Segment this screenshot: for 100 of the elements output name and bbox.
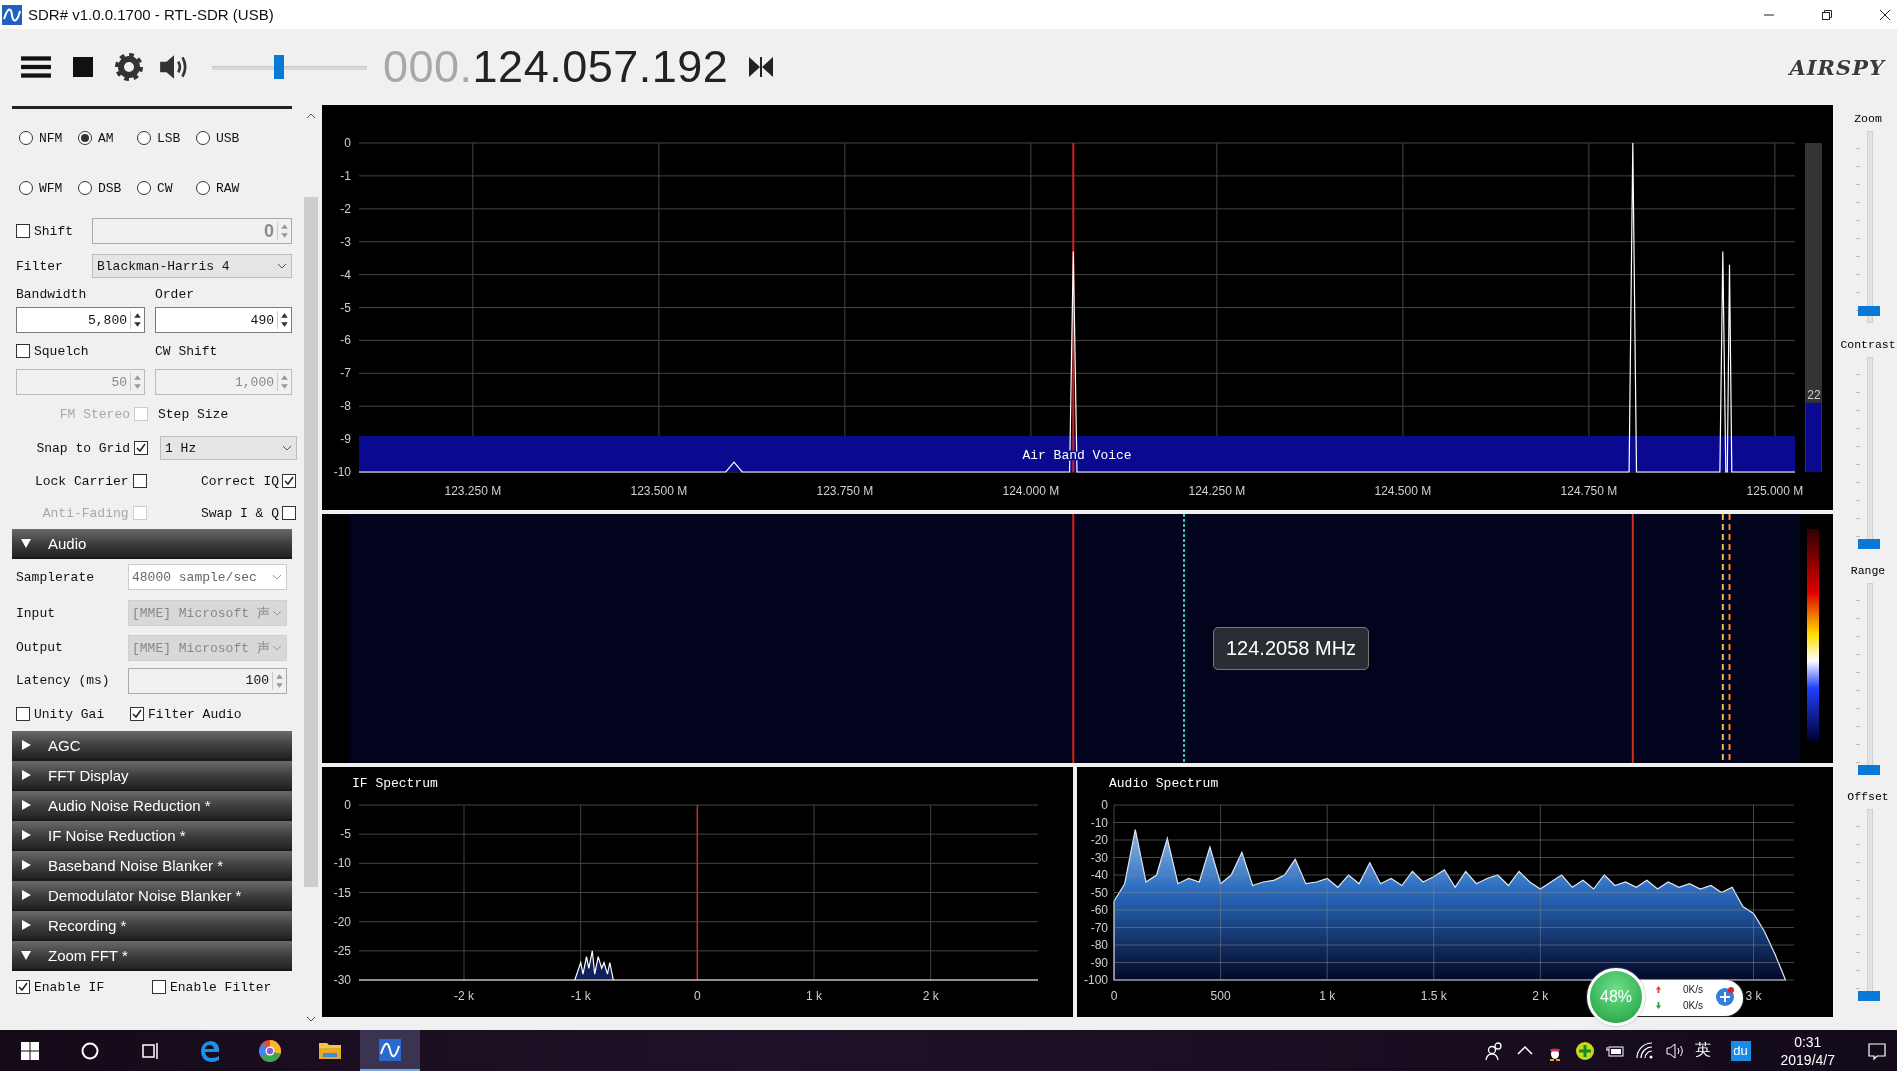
swap-icon[interactable] <box>748 56 775 78</box>
slider-thumb[interactable] <box>1858 991 1880 1001</box>
section-header[interactable]: Recording * <box>12 911 292 941</box>
meter-value: 22 <box>1807 387 1821 402</box>
radio-button[interactable] <box>19 181 33 195</box>
radio-label: WFM <box>39 180 63 196</box>
task-view-icon[interactable] <box>140 1040 160 1061</box>
dropdown[interactable]: 48000 sample/sec <box>128 564 287 590</box>
slider-thumb[interactable] <box>274 55 285 79</box>
axis-label: -100 <box>1083 973 1108 987</box>
spinner-arrows-icon[interactable] <box>277 311 289 329</box>
radio-label: USB <box>216 130 240 146</box>
axis-label: -2 k <box>454 989 474 1003</box>
slider-label: Zoom <box>1854 111 1882 127</box>
axis-label: -30 <box>333 973 351 987</box>
clock-time: 0:31 <box>1794 1032 1822 1051</box>
section-header[interactable]: AGC <box>12 731 292 761</box>
radio-label: DSB <box>98 180 122 196</box>
axis-label: -80 <box>1090 938 1108 952</box>
step-size-dropdown[interactable]: 1 Hz <box>160 436 297 460</box>
checkbox[interactable] <box>16 980 30 994</box>
scrollbar-thumb[interactable] <box>304 197 318 887</box>
radio-button[interactable] <box>19 131 33 145</box>
axis-label: -10 <box>1090 815 1108 830</box>
axis-label: 1.5 k <box>1420 989 1447 1003</box>
checkbox[interactable] <box>16 224 30 238</box>
axis-label: -9 <box>340 432 351 447</box>
filter-dropdown[interactable]: Blackman-Harris 4 <box>92 254 292 278</box>
restore-icon[interactable] <box>1821 8 1833 21</box>
axis-label: -10 <box>333 856 351 871</box>
plus-badge-icon[interactable] <box>1574 1040 1595 1061</box>
search-icon[interactable] <box>80 1040 100 1061</box>
axis-label: -20 <box>1090 833 1108 847</box>
section-header[interactable]: FFT Display <box>12 761 292 791</box>
checkbox[interactable] <box>132 474 147 488</box>
radio-button[interactable] <box>137 131 151 145</box>
slider-thumb[interactable] <box>1858 765 1880 775</box>
frequency-tooltip: 124.2058 MHz <box>1213 627 1370 670</box>
axis-label: 124.000 M <box>1002 484 1060 498</box>
slider-thumb[interactable] <box>1858 305 1880 316</box>
caret-icon <box>272 644 282 651</box>
section-header[interactable]: IF Noise Reduction * <box>12 821 292 851</box>
radio-button[interactable] <box>196 131 210 145</box>
checkbox[interactable] <box>16 707 30 721</box>
checkbox[interactable] <box>130 707 144 721</box>
checkbox-label: Correct IQ <box>200 473 279 489</box>
volume-slider[interactable] <box>212 52 367 82</box>
radio-button[interactable] <box>78 131 92 145</box>
notification-icon[interactable] <box>1867 1040 1887 1061</box>
people-icon[interactable] <box>1484 1040 1505 1061</box>
field-label: Output <box>16 640 64 655</box>
checkbox[interactable] <box>282 474 296 488</box>
network-widget[interactable]: 48% 0K/s 0K/s <box>1587 968 1745 1026</box>
radio-label: NFM <box>39 130 63 146</box>
taskbar-app[interactable] <box>360 1030 420 1071</box>
slider-thumb[interactable] <box>1858 539 1880 549</box>
upload-rate: 0K/s <box>1683 984 1703 995</box>
clock[interactable]: 0:31 2019/4/7 <box>1780 1032 1835 1069</box>
section-header[interactable]: Zoom FFT * <box>12 941 292 971</box>
checkbox[interactable] <box>134 441 148 455</box>
field-label: CW Shift <box>155 343 218 359</box>
number-field[interactable]: 5,800 <box>16 307 145 333</box>
radio-button[interactable] <box>78 181 92 195</box>
axis-label: -1 <box>340 168 351 183</box>
slider-label: Contrast <box>1840 337 1896 353</box>
frequency-display[interactable]: 000.124.057.192 <box>383 42 729 92</box>
windows-start-icon[interactable] <box>20 1040 40 1061</box>
checkbox[interactable] <box>282 506 296 520</box>
axis-label: 1 k <box>806 989 822 1003</box>
number-field[interactable]: 100 <box>128 667 287 694</box>
radio-button[interactable] <box>137 181 151 195</box>
section-header[interactable]: Audio Noise Reduction * <box>12 791 292 821</box>
checkbox[interactable] <box>152 980 166 994</box>
scroll-down-icon[interactable] <box>306 1016 316 1022</box>
add-icon[interactable] <box>1715 987 1735 1007</box>
axis-label: -5 <box>340 300 351 315</box>
caret-icon <box>272 574 282 580</box>
axis-label: 123.750 M <box>816 484 874 498</box>
window-title: SDR# v1.0.0.1700 - RTL-SDR (USB) <box>28 6 275 23</box>
axis-label: 123.250 M <box>444 484 502 498</box>
section-header[interactable]: Demodulator Noise Blanker * <box>12 881 292 911</box>
section-header[interactable]: Baseband Noise Blanker * <box>12 851 292 881</box>
download-rate: 0K/s <box>1683 1000 1703 1011</box>
wifi-icon[interactable] <box>1634 1040 1655 1061</box>
close-icon[interactable] <box>1879 8 1891 21</box>
radio-button[interactable] <box>196 181 210 195</box>
number-field[interactable]: 490 <box>155 307 292 333</box>
menu-icon[interactable] <box>20 54 52 80</box>
axis-label: 124.250 M <box>1188 484 1246 498</box>
input-method-icon[interactable]: du <box>1730 1040 1751 1061</box>
input-method-indicator[interactable]: 英 <box>1694 1040 1711 1061</box>
stop-icon[interactable] <box>72 56 94 78</box>
axis-label: -90 <box>1090 955 1108 970</box>
spinner-arrows-icon[interactable] <box>130 311 142 329</box>
section-header[interactable]: Audio <box>12 529 292 559</box>
scroll-up-icon[interactable] <box>306 113 316 119</box>
radio-label: RAW <box>216 180 240 196</box>
checkbox-label: Snap to Grid <box>35 440 130 456</box>
settings-icon[interactable] <box>114 52 144 82</box>
speaker-icon[interactable] <box>1664 1040 1685 1061</box>
